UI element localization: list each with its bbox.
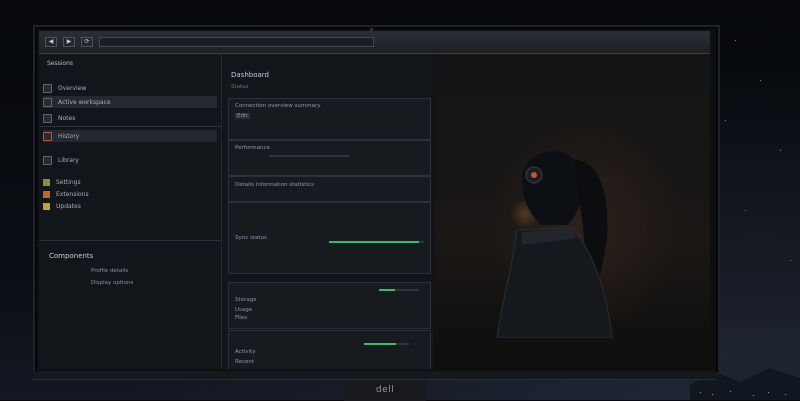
sidebar-item[interactable]: Extensions (43, 188, 217, 200)
sync-progress (329, 241, 424, 243)
card-text: Recent (235, 359, 255, 365)
reload-button[interactable]: ⟳ (81, 37, 93, 47)
sidebar-item-label: Overview (58, 84, 87, 92)
sidebar-item-label: Active workspace (58, 98, 111, 106)
card-text: Usage (235, 307, 253, 313)
sidebar-item-label: History (58, 132, 80, 140)
sidebar-item-label: Notes (58, 114, 76, 122)
swatch-icon (43, 202, 50, 210)
main-panel: Dashboard Status Connection overview sum… (223, 54, 433, 369)
sidebar-item-label: Settings (56, 178, 81, 186)
swatch-icon (43, 190, 50, 198)
sidebar-item[interactable]: Updates (43, 200, 217, 212)
section-title: Components (49, 252, 94, 260)
item-icon (43, 155, 52, 165)
page-title: Dashboard (231, 71, 269, 79)
sidebar-item[interactable]: Overview (43, 82, 217, 94)
star (760, 80, 761, 81)
storage-progress (379, 289, 419, 291)
sidebar-item[interactable]: Settings (43, 176, 217, 188)
card-connection: Connection overview summary Edit (228, 98, 431, 140)
nav-controls: ◀ ▶ ⟳ (45, 37, 374, 47)
sidebar-item-label: Library (58, 156, 79, 164)
page-subtitle: Status (231, 84, 249, 90)
card-performance: Performance (228, 140, 431, 176)
monitor-brand-logo: dell (375, 385, 395, 395)
divider (39, 126, 221, 127)
sidebar-item[interactable]: Library (43, 154, 217, 166)
sidebar: Sessions Overview Active workspace Notes… (39, 54, 222, 369)
star (790, 260, 791, 261)
sidebar-item[interactable]: Notes (43, 112, 217, 124)
card-storage: Storage Usage Files (228, 282, 431, 329)
browser-titlebar: ◀ ▶ ⟳ (39, 31, 710, 54)
sidebar-item-selected[interactable]: Active workspace (43, 96, 217, 108)
sidebar-item[interactable]: History (43, 130, 217, 142)
progress-fill (329, 241, 420, 243)
section-line: Display options (91, 280, 134, 286)
card-text: Details information statistics (235, 182, 314, 188)
card-text: Files (235, 315, 248, 321)
character-portrait-image (496, 151, 613, 338)
card-text: Activity (235, 349, 256, 355)
star (735, 40, 736, 41)
address-bar[interactable] (99, 37, 374, 47)
back-button[interactable]: ◀ (45, 37, 57, 47)
card-text: Connection overview summary (235, 103, 321, 109)
forward-button[interactable]: ▶ (63, 37, 75, 47)
sidebar-item-label: Extensions (56, 190, 89, 198)
star (725, 120, 726, 121)
item-icon (43, 83, 52, 93)
item-icon (43, 113, 52, 123)
card-text: Storage (235, 297, 257, 303)
progress-fill (364, 343, 396, 345)
progress-fill (379, 289, 395, 291)
section-line: Profile details (91, 268, 129, 274)
track (269, 155, 349, 157)
sidebar-header: Sessions (47, 60, 74, 67)
sidebar-item-label: Updates (56, 202, 81, 210)
star (780, 150, 781, 151)
card-text: Sync status (235, 235, 267, 241)
card-text: Performance (235, 145, 270, 151)
activity-progress (364, 343, 409, 345)
edit-button[interactable]: Edit (235, 113, 250, 119)
star (745, 210, 746, 211)
swatch-icon (43, 178, 50, 186)
card-details: Details information statistics (228, 176, 431, 202)
item-icon (43, 97, 52, 107)
card-activity: Activity Recent (228, 330, 431, 369)
card-sync: Sync status (228, 202, 431, 274)
divider (39, 240, 221, 241)
monitor-stand: dell (344, 379, 426, 401)
item-icon (43, 131, 52, 141)
